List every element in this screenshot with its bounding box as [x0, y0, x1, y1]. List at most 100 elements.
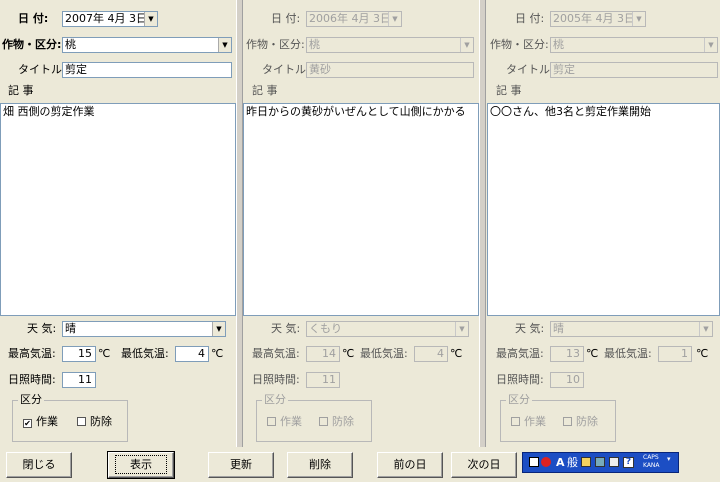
next-day-button[interactable]: 次の日: [451, 452, 517, 478]
weather-label: 天 気:: [515, 322, 545, 335]
category-group: 区分 作業 防除: [256, 393, 372, 442]
work-checkbox-label: 作業: [36, 415, 58, 428]
input-mode-indicator[interactable]: A: [556, 456, 565, 470]
pest-checkbox-label: 防除: [90, 415, 112, 428]
max-temp-input: 13: [550, 346, 584, 362]
crop-value: 桃: [65, 38, 76, 51]
dictionary-mode-indicator[interactable]: 般: [567, 456, 578, 470]
dropdown-arrow-icon: ▼: [388, 12, 401, 26]
weather-select: 晴 ▼: [550, 321, 713, 337]
dropdown-arrow-icon: ▼: [632, 12, 645, 26]
work-checkbox: 作業: [511, 415, 546, 429]
article-textarea[interactable]: 〇〇さん、他3名と剪定作業開始: [487, 103, 720, 316]
weather-value: 晴: [65, 322, 76, 335]
tool-icon[interactable]: [595, 457, 605, 467]
delete-button[interactable]: 削除: [287, 452, 353, 478]
crop-select[interactable]: 桃 ▼: [62, 37, 232, 53]
work-checkbox[interactable]: ✔ 作業: [23, 415, 58, 429]
min-temp-unit: ℃: [696, 347, 709, 360]
pest-checkbox-label: 防除: [576, 415, 598, 428]
pen-icon[interactable]: [609, 457, 619, 467]
article-textarea[interactable]: 昨日からの黄砂がいぜんとして山側にかかる: [243, 103, 479, 316]
keyboard-icon[interactable]: [529, 457, 539, 467]
panel-separator: [236, 0, 243, 447]
checkmark-icon: ✔: [23, 419, 32, 428]
dropdown-arrow-icon: ▼: [455, 322, 468, 336]
checkbox-empty-icon: [563, 417, 572, 426]
min-temp-input: 1: [658, 346, 692, 362]
checkbox-empty-icon: [511, 417, 520, 426]
help-icon[interactable]: ?: [623, 457, 634, 468]
pest-checkbox: 防除: [319, 415, 354, 429]
work-checkbox-label: 作業: [524, 415, 546, 428]
dropdown-arrow-icon[interactable]: ▼: [212, 322, 225, 336]
crop-select: 桃 ▼: [306, 37, 474, 53]
date-picker: 2006年 4月 3日 ▼: [306, 11, 402, 27]
weather-label: 天 気:: [27, 322, 57, 335]
update-button[interactable]: 更新: [208, 452, 274, 478]
pest-checkbox-label: 防除: [332, 415, 354, 428]
crop-label: 作物・区分:: [2, 38, 62, 51]
category-group-title: 区分: [506, 393, 532, 407]
crop-value: 桃: [553, 38, 564, 51]
dropdown-arrow-icon[interactable]: ▼: [218, 38, 231, 52]
sunshine-input: 11: [306, 372, 340, 388]
dropdown-arrow-icon: ▼: [704, 38, 717, 52]
max-temp-input[interactable]: 15: [62, 346, 96, 362]
caps-indicator: CAPS: [643, 454, 659, 461]
date-value: 2006年 4月 3日: [309, 12, 391, 25]
max-temp-label: 最高気温:: [8, 347, 56, 360]
title-label: タイトル:: [262, 63, 310, 76]
journal-panel-2006: 日 付: 2006年 4月 3日 ▼ 作物・区分: 桃 ▼ タイトル: 黄砂 記…: [243, 0, 479, 447]
title-input: 剪定: [550, 62, 718, 78]
kana-indicator: KANA: [643, 462, 660, 469]
pad-icon[interactable]: [581, 457, 591, 467]
close-button[interactable]: 閉じる: [6, 452, 72, 478]
date-value: 2007年 4月 3日: [65, 12, 147, 25]
article-textarea[interactable]: 畑 西側の剪定作業: [0, 103, 236, 316]
crop-select: 桃 ▼: [550, 37, 718, 53]
journal-panel-2005: 日 付: 2005年 4月 3日 ▼ 作物・区分: 桃 ▼ タイトル: 剪定 記…: [487, 0, 720, 447]
min-temp-input[interactable]: 4: [175, 346, 209, 362]
max-temp-label: 最高気温:: [252, 347, 300, 360]
work-checkbox: 作業: [267, 415, 302, 429]
ime-toolbar[interactable]: A 般 ? CAPS KANA ▾: [522, 452, 679, 473]
crop-label: 作物・区分:: [246, 38, 305, 51]
title-input[interactable]: 剪定: [62, 62, 232, 78]
pest-checkbox[interactable]: 防除: [77, 415, 112, 429]
max-temp-input: 14: [306, 346, 340, 362]
panel-separator: [479, 0, 486, 447]
max-temp-unit: ℃: [342, 347, 355, 360]
date-value: 2005年 4月 3日: [553, 12, 635, 25]
journal-panel-2007: 日 付: 2007年 4月 3日 ▼ 作物・区分: 桃 ▼ タイトル: 剪定 記…: [0, 0, 236, 447]
crop-label: 作物・区分:: [490, 38, 549, 51]
date-picker: 2005年 4月 3日 ▼: [550, 11, 646, 27]
dropdown-arrow-icon[interactable]: ▼: [144, 12, 157, 26]
date-label: 日 付:: [18, 12, 49, 25]
sunshine-label: 日照時間:: [496, 373, 544, 386]
sunshine-label: 日照時間:: [252, 373, 300, 386]
title-label: タイトル:: [506, 63, 554, 76]
options-chevron-icon[interactable]: ▾: [667, 456, 671, 463]
checkbox-empty-icon: [267, 417, 276, 426]
prev-day-button[interactable]: 前の日: [377, 452, 443, 478]
date-label: 日 付:: [271, 12, 301, 25]
min-temp-unit: ℃: [211, 347, 224, 360]
category-group-title: 区分: [262, 393, 288, 407]
min-temp-unit: ℃: [450, 347, 463, 360]
min-temp-input: 4: [414, 346, 448, 362]
article-label: 記 事: [252, 84, 278, 97]
weather-value: くもり: [309, 322, 342, 335]
date-label: 日 付:: [515, 12, 545, 25]
title-input: 黄砂: [306, 62, 474, 78]
show-button[interactable]: 表示: [107, 451, 175, 479]
date-picker[interactable]: 2007年 4月 3日 ▼: [62, 11, 158, 27]
min-temp-label: 最低気温:: [121, 347, 169, 360]
weather-label: 天 気:: [271, 322, 301, 335]
weather-select[interactable]: 晴 ▼: [62, 321, 226, 337]
checkbox-empty-icon: [319, 417, 328, 426]
max-temp-label: 最高気温:: [496, 347, 544, 360]
ime-status-icon[interactable]: [541, 457, 551, 467]
sunshine-input[interactable]: 11: [62, 372, 96, 388]
article-label: 記 事: [8, 84, 34, 97]
